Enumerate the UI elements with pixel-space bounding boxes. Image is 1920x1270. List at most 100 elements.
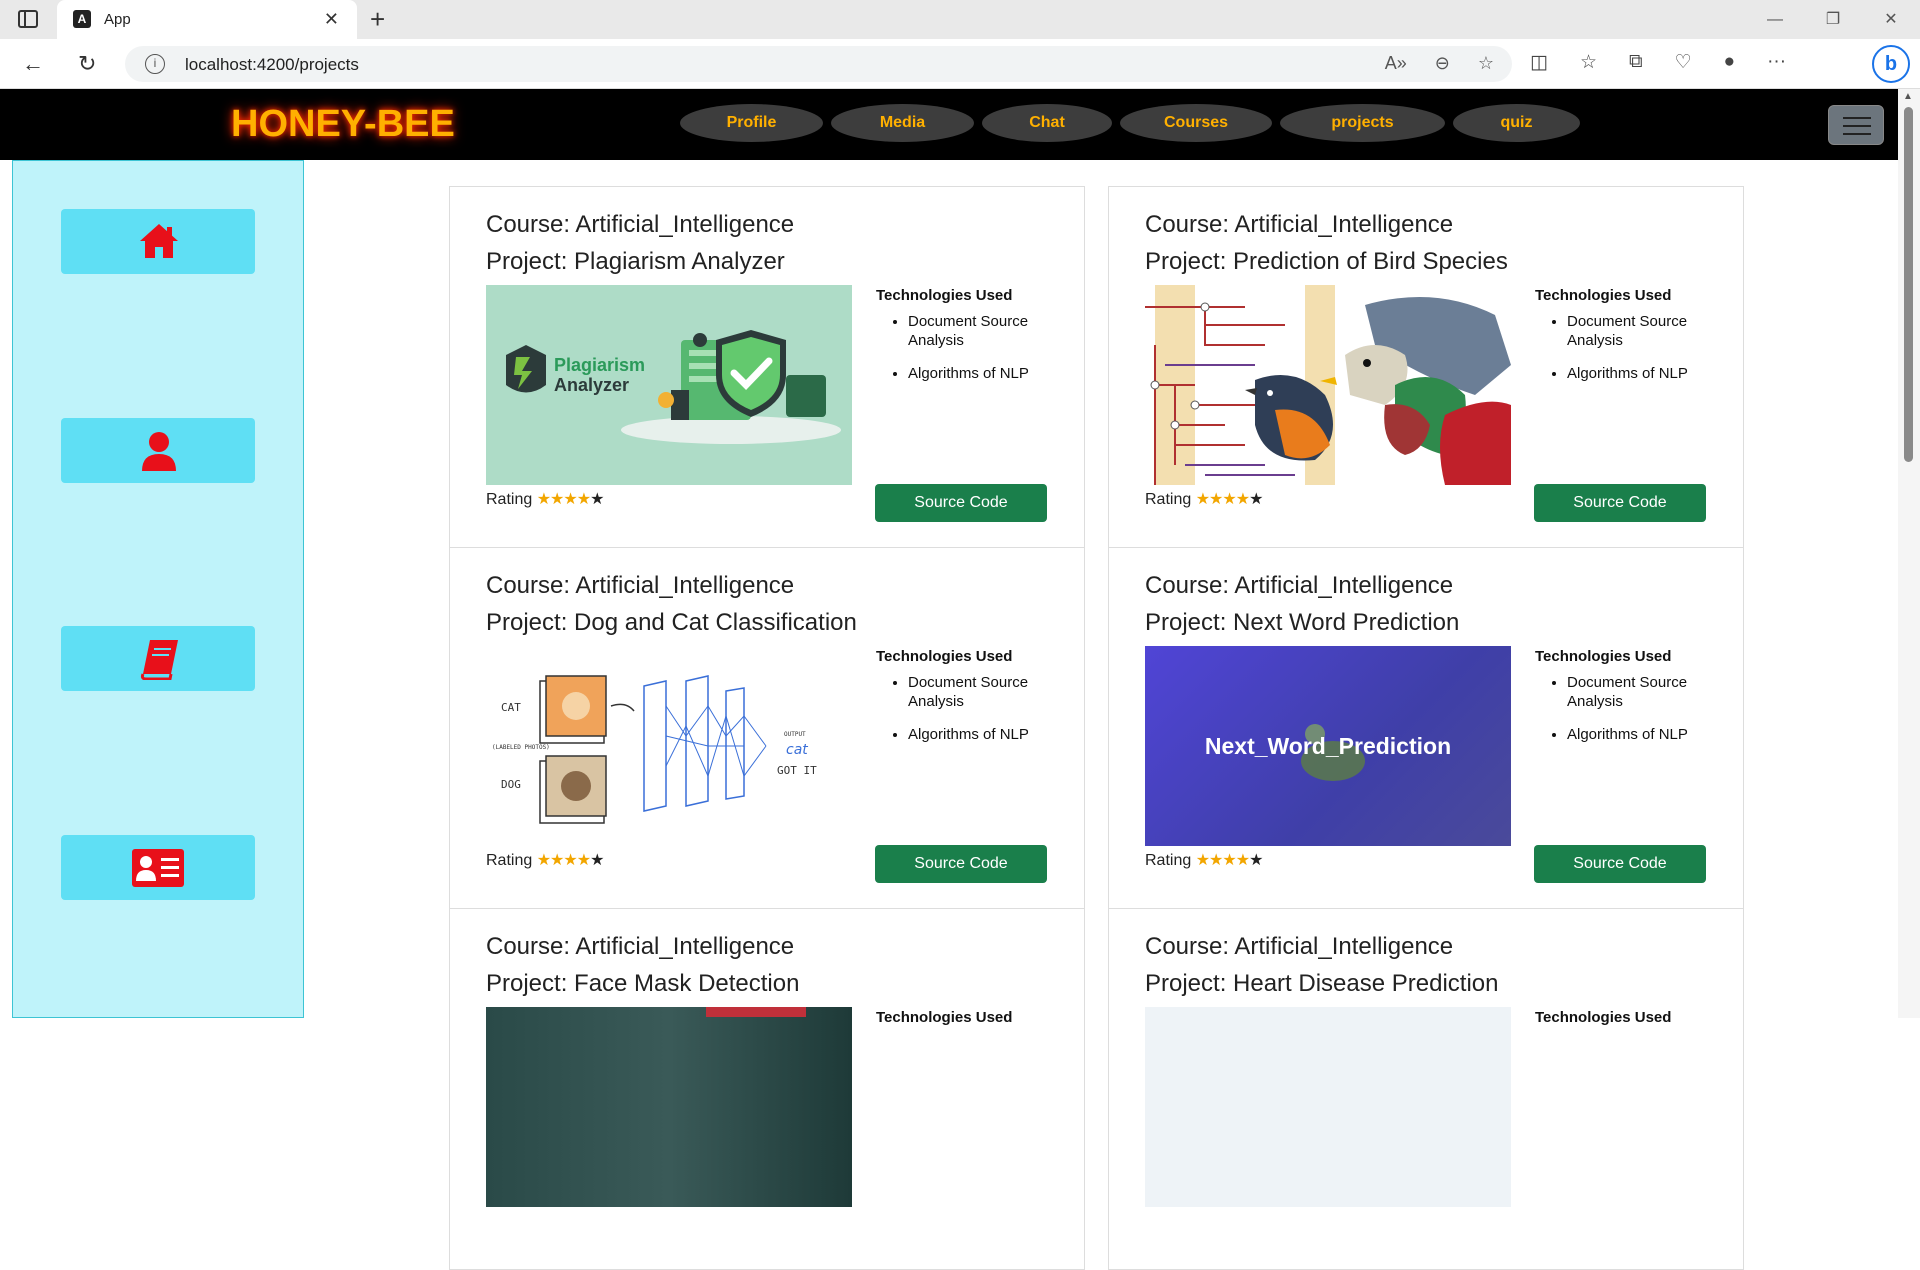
tech-list: Document Source Analysis Algorithms of N… bbox=[1567, 673, 1727, 758]
tech-title: Technologies Used bbox=[876, 287, 1013, 304]
tab-close-icon[interactable]: ✕ bbox=[324, 9, 339, 30]
collections-icon[interactable]: ⧉ bbox=[1629, 51, 1643, 74]
rating: Rating ★★★★★ bbox=[1145, 489, 1263, 509]
rating-label: Rating bbox=[1145, 491, 1192, 508]
image-text-labeled: (LABELED PHOTOS) bbox=[492, 744, 550, 751]
app-navbar: HONEY-BEE Profile Media Chat Courses pro… bbox=[0, 89, 1898, 160]
menu-toggle-button[interactable] bbox=[1828, 105, 1884, 145]
source-code-button[interactable]: Source Code bbox=[1534, 845, 1706, 883]
source-code-button[interactable]: Source Code bbox=[1534, 484, 1706, 522]
browser-tab-bar: A App ✕ + — ❐ ✕ bbox=[0, 0, 1920, 39]
tech-item: Document Source Analysis bbox=[908, 673, 1068, 711]
page-scrollbar[interactable]: ▲ bbox=[1898, 89, 1920, 1018]
plagiarism-analyzer-image: Plagiarism Analyzer bbox=[486, 285, 852, 485]
tech-item: Algorithms of NLP bbox=[908, 725, 1068, 744]
back-icon[interactable]: ← bbox=[22, 51, 44, 77]
bing-copilot-icon[interactable]: b bbox=[1872, 45, 1910, 83]
nav-item-quiz[interactable]: quiz bbox=[1453, 104, 1580, 142]
tech-item: Algorithms of NLP bbox=[908, 364, 1068, 383]
tab-title: App bbox=[104, 11, 131, 28]
nav-item-projects[interactable]: projects bbox=[1280, 104, 1445, 142]
minimize-icon[interactable]: — bbox=[1746, 0, 1804, 39]
browser-essentials-icon[interactable]: ♡ bbox=[1675, 51, 1692, 74]
profile-icon[interactable]: ● bbox=[1724, 51, 1735, 74]
angular-favicon-icon: A bbox=[73, 10, 91, 28]
nav-menu: Profile Media Chat Courses projects quiz bbox=[680, 104, 1580, 142]
nav-item-profile[interactable]: Profile bbox=[680, 104, 823, 142]
sidebar-item-contact[interactable] bbox=[61, 835, 255, 900]
sidebar-item-home[interactable] bbox=[61, 209, 255, 274]
rating-label: Rating bbox=[486, 491, 533, 508]
image-text-cat-output: cat bbox=[786, 742, 808, 758]
url-text[interactable]: localhost:4200/projects bbox=[185, 55, 359, 75]
image-text-got-it: GOT IT bbox=[777, 764, 817, 777]
card-course: Course: Artificial_Intelligence bbox=[1145, 211, 1454, 238]
zoom-out-icon[interactable]: ⊖ bbox=[1435, 53, 1450, 74]
split-screen-icon[interactable]: ◫ bbox=[1530, 51, 1548, 74]
card-course: Course: Artificial_Intelligence bbox=[486, 572, 795, 599]
tech-list: Document Source Analysis Algorithms of N… bbox=[908, 673, 1068, 758]
project-card: Course: Artificial_Intelligence Project:… bbox=[1108, 908, 1744, 1270]
tech-item: Document Source Analysis bbox=[908, 312, 1068, 350]
heart-disease-image bbox=[1145, 1007, 1511, 1207]
browser-tab[interactable]: A App ✕ bbox=[57, 0, 357, 39]
nav-item-chat[interactable]: Chat bbox=[982, 104, 1112, 142]
new-tab-icon[interactable]: + bbox=[370, 4, 385, 35]
card-project: Project: Prediction of Bird Species bbox=[1145, 248, 1508, 275]
tech-title: Technologies Used bbox=[876, 648, 1013, 665]
card-project: Project: Dog and Cat Classification bbox=[486, 609, 857, 636]
window-controls: — ❐ ✕ bbox=[1746, 0, 1920, 39]
next-word-prediction-image: Next_Word_Prediction bbox=[1145, 646, 1511, 846]
image-text-analyzer: Analyzer bbox=[554, 375, 629, 395]
favorites-icon[interactable]: ☆ bbox=[1580, 51, 1597, 74]
source-code-button[interactable]: Source Code bbox=[875, 484, 1047, 522]
refresh-icon[interactable]: ↻ bbox=[78, 51, 96, 77]
id-card-icon bbox=[132, 849, 184, 887]
restore-icon[interactable]: ❐ bbox=[1804, 0, 1862, 39]
browser-toolbar: ← ↻ i localhost:4200/projects A» ⊖ ☆ ◫ ☆… bbox=[0, 39, 1920, 89]
project-card: Course: Artificial_Intelligence Project:… bbox=[449, 186, 1085, 548]
card-project: Project: Heart Disease Prediction bbox=[1145, 970, 1499, 997]
project-card: Course: Artificial_Intelligence Project:… bbox=[1108, 547, 1744, 909]
nav-item-media[interactable]: Media bbox=[831, 104, 974, 142]
user-icon bbox=[142, 432, 176, 471]
rating-stars: ★★★★★ bbox=[1195, 852, 1264, 869]
bird-species-image bbox=[1145, 285, 1511, 485]
card-course: Course: Artificial_Intelligence bbox=[1145, 572, 1454, 599]
face-mask-detection-image bbox=[486, 1007, 852, 1207]
image-text-output: OUTPUT bbox=[784, 731, 806, 738]
scroll-thumb[interactable] bbox=[1904, 107, 1913, 462]
more-icon[interactable]: ··· bbox=[1767, 51, 1786, 74]
address-bar[interactable]: i localhost:4200/projects A» ⊖ ☆ bbox=[125, 46, 1512, 82]
tech-title: Technologies Used bbox=[1535, 648, 1672, 665]
rating-stars: ★★★★★ bbox=[536, 491, 605, 508]
card-course: Course: Artificial_Intelligence bbox=[486, 211, 795, 238]
tech-item: Document Source Analysis bbox=[1567, 312, 1727, 350]
sidebar-item-profile[interactable] bbox=[61, 418, 255, 483]
nav-item-courses[interactable]: Courses bbox=[1120, 104, 1272, 142]
image-text-cat: CAT bbox=[501, 701, 521, 714]
close-icon[interactable]: ✕ bbox=[1862, 0, 1920, 39]
rating: Rating ★★★★★ bbox=[486, 489, 605, 509]
site-info-icon[interactable]: i bbox=[145, 54, 165, 74]
favorite-star-icon[interactable]: ☆ bbox=[1478, 53, 1494, 74]
tech-title: Technologies Used bbox=[1535, 287, 1672, 304]
sidebar-item-courses[interactable] bbox=[61, 626, 255, 691]
sidebar bbox=[12, 160, 304, 1018]
tech-list: Document Source Analysis Algorithms of N… bbox=[1567, 312, 1727, 397]
card-project: Project: Face Mask Detection bbox=[486, 970, 800, 997]
source-code-button[interactable]: Source Code bbox=[875, 845, 1047, 883]
rating-stars: ★★★★★ bbox=[536, 852, 605, 869]
card-project: Project: Next Word Prediction bbox=[1145, 609, 1460, 636]
project-card: Course: Artificial_Intelligence Project:… bbox=[1108, 186, 1744, 548]
app-logo[interactable]: HONEY-BEE bbox=[231, 103, 455, 146]
read-aloud-icon[interactable]: A» bbox=[1385, 53, 1407, 74]
project-card: Course: Artificial_Intelligence Project:… bbox=[449, 908, 1085, 1270]
scroll-up-icon[interactable]: ▲ bbox=[1903, 91, 1913, 102]
image-text-plagiarism: Plagiarism bbox=[554, 355, 645, 375]
rating-label: Rating bbox=[486, 852, 533, 869]
card-course: Course: Artificial_Intelligence bbox=[1145, 933, 1454, 960]
rating-label: Rating bbox=[1145, 852, 1192, 869]
tech-item: Algorithms of NLP bbox=[1567, 364, 1727, 383]
tab-actions-icon[interactable] bbox=[18, 10, 38, 28]
